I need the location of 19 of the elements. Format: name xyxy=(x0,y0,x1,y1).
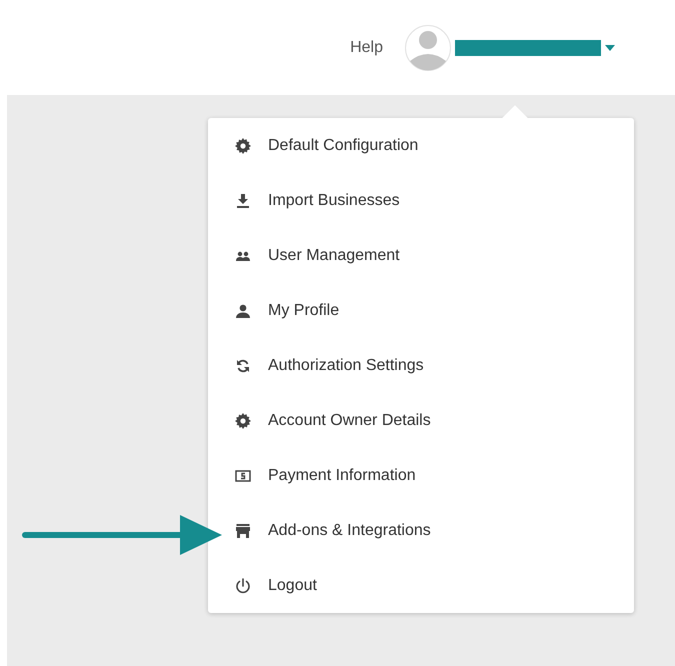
menu-item[interactable]: Import Businesses xyxy=(208,173,400,228)
menu-item[interactable]: Account Owner Details xyxy=(208,393,431,448)
menu-item[interactable]: Add-ons & Integrations xyxy=(208,503,431,558)
menu-item[interactable]: Default Configuration xyxy=(208,118,418,173)
store-icon xyxy=(235,522,251,538)
person-icon xyxy=(235,302,251,318)
menu-item[interactable]: My Profile xyxy=(208,283,340,338)
caret-icon[interactable] xyxy=(605,44,615,50)
menu-item[interactable]: User Management xyxy=(208,228,400,283)
gear-icon xyxy=(235,138,251,154)
menu-item[interactable]: Authorization Settings xyxy=(208,338,424,393)
menu-item[interactable]: Logout xyxy=(208,558,317,613)
power-icon xyxy=(235,578,251,594)
sync-icon xyxy=(235,358,251,374)
download-icon xyxy=(235,192,251,208)
gear-icon xyxy=(235,412,251,428)
help-link[interactable]: Help xyxy=(350,36,383,60)
dollar-bill-icon xyxy=(235,468,251,484)
menu-item[interactable]: Payment Information xyxy=(208,448,416,503)
